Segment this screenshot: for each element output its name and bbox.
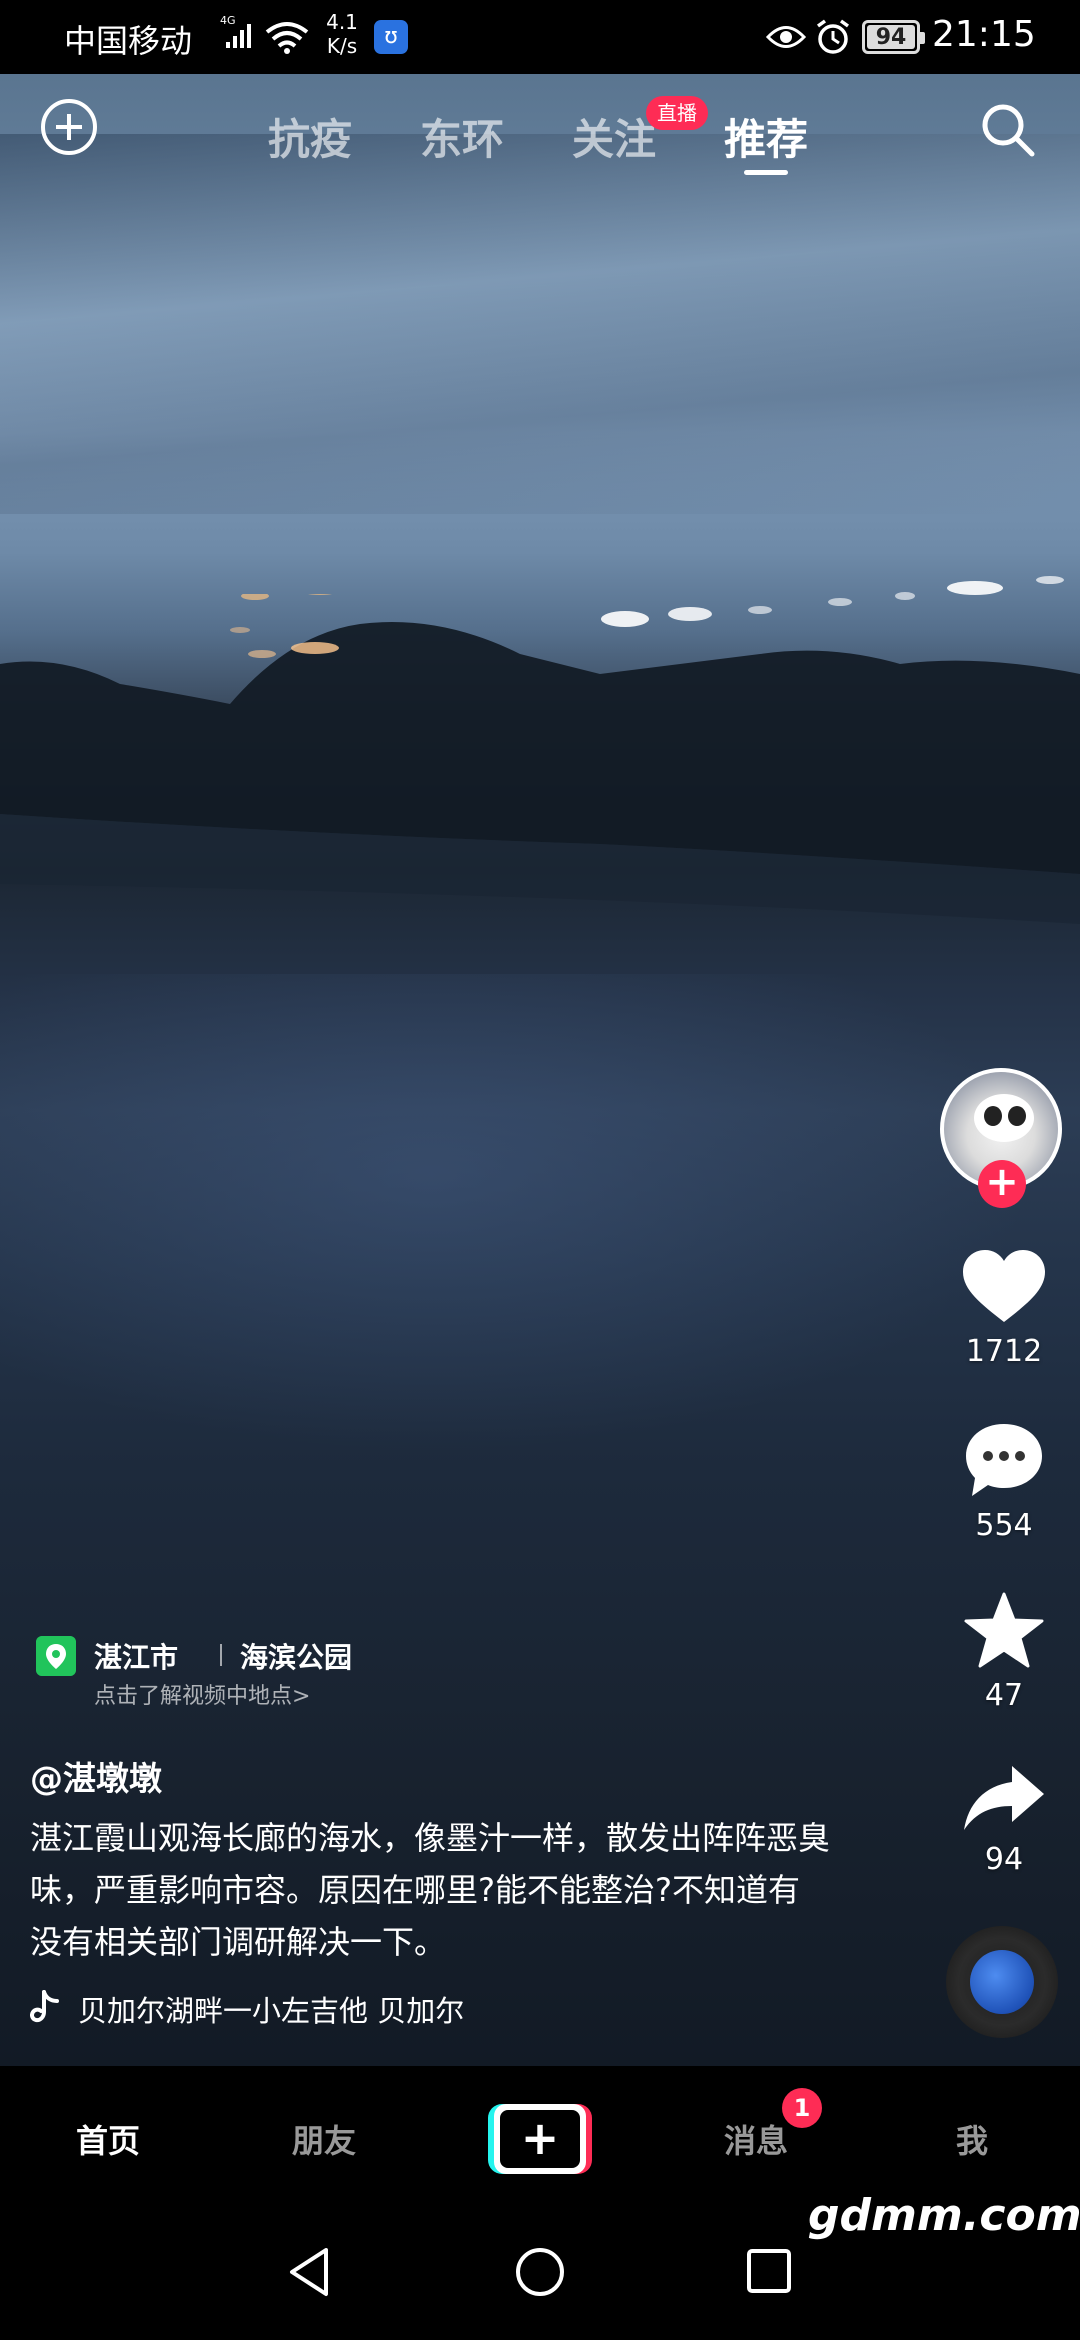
status-bar: 中国移动 4G 4.1 K/s ʊ 94 21:15 [0, 0, 1080, 74]
location-city: 湛江市 [94, 1641, 179, 1674]
messages-badge: 1 [782, 2088, 822, 2128]
nav-home[interactable]: 首页 [76, 2116, 140, 2162]
music-disc[interactable] [946, 1926, 1058, 2038]
live-badge: 直播 [646, 96, 708, 130]
eye-icon [766, 26, 806, 48]
favorite-count: 47 [984, 1678, 1024, 1713]
video-player[interactable] [0, 74, 1080, 2066]
top-tabs: 抗疫 东环 关注 推荐 [0, 100, 1080, 180]
heart-icon [963, 1250, 1045, 1322]
music-cover [970, 1950, 1034, 2014]
home-icon[interactable] [514, 2246, 566, 2298]
music-info[interactable]: 贝加尔湖畔一小左吉他 贝加尔 [30, 1986, 730, 2030]
tiktok-note-icon [30, 1990, 59, 2023]
plus-icon: + [500, 2110, 580, 2168]
location-divider [220, 1644, 222, 1666]
location-hint: 点击了解视频中地点> [94, 1684, 311, 1709]
app-notification-icon: ʊ [374, 20, 408, 54]
star-icon [964, 1592, 1044, 1668]
nav-me[interactable]: 我 [956, 2116, 988, 2162]
tab-donghuan[interactable]: 东环 [420, 106, 504, 167]
battery-icon: 94 [862, 20, 925, 54]
video-description[interactable]: 湛江霞山观海长廊的海水，像墨汁一样，散发出阵阵恶臭味，严重影响市容。原因在哪里?… [30, 1812, 830, 1968]
location-place: 海滨公园 [240, 1641, 353, 1674]
back-icon[interactable] [286, 2246, 334, 2298]
search-icon[interactable] [978, 100, 1038, 160]
author-name[interactable]: @湛墩墩 [30, 1752, 162, 1800]
wifi-icon [265, 22, 309, 54]
nav-messages[interactable]: 消息 [724, 2116, 788, 2162]
follow-button[interactable]: + [978, 1160, 1026, 1208]
comment-button[interactable]: 554 [944, 1420, 1064, 1543]
music-title: 贝加尔湖畔一小左吉他 贝加尔 [78, 1994, 465, 2028]
svg-text:4G: 4G [220, 14, 236, 27]
watermark: gdmm.com [808, 2190, 1080, 2241]
location-pin-icon [36, 1636, 76, 1676]
share-count: 94 [984, 1842, 1024, 1877]
like-count: 1712 [965, 1334, 1043, 1369]
favorite-button[interactable]: 47 [944, 1592, 1064, 1713]
like-button[interactable]: 1712 [944, 1248, 1064, 1369]
signal-icon: 4G [220, 14, 251, 48]
recent-apps-icon[interactable] [746, 2248, 792, 2294]
battery-level: 94 [875, 25, 907, 50]
tab-recommended[interactable]: 推荐 [724, 106, 808, 167]
create-button[interactable]: + [488, 2104, 592, 2174]
share-arrow-icon [964, 1766, 1044, 1830]
tab-antiepidemic[interactable]: 抗疫 [268, 106, 352, 167]
active-tab-indicator [744, 170, 788, 175]
clock: 21:15 [932, 14, 1036, 55]
alarm-icon [816, 19, 850, 54]
tab-following[interactable]: 关注 [572, 106, 656, 167]
location-card[interactable]: 湛江市 海滨公园 点击了解视频中地点> [30, 1632, 352, 1710]
water-reflection [0, 974, 1080, 1474]
carrier-label: 中国移动 [64, 22, 193, 60]
network-speed: 4.1 K/s [326, 10, 358, 58]
comment-icon [966, 1424, 1042, 1496]
share-button[interactable]: 94 [944, 1764, 1064, 1877]
comment-count: 554 [975, 1508, 1033, 1543]
nav-friends[interactable]: 朋友 [292, 2116, 356, 2162]
